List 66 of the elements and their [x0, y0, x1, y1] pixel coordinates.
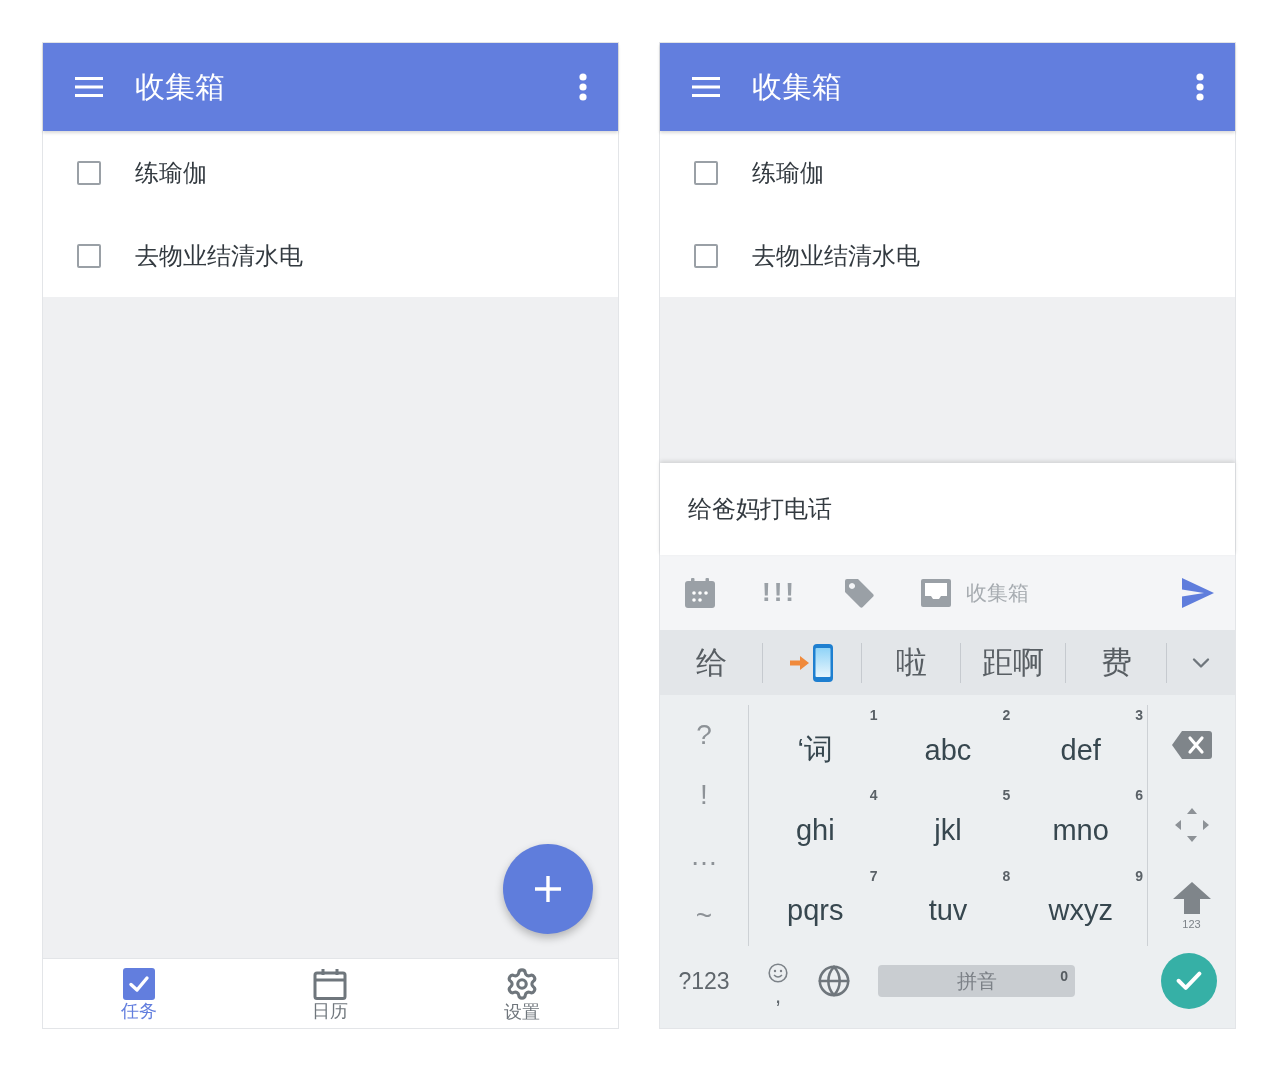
- more-icon[interactable]: [1196, 73, 1204, 101]
- more-icon[interactable]: [579, 73, 587, 101]
- key-number: 0: [1060, 968, 1068, 984]
- key-number: 4: [869, 787, 878, 804]
- symbols-mode-key[interactable]: ?123: [678, 967, 730, 995]
- add-task-button[interactable]: [503, 844, 593, 934]
- app-bar-title: 收集箱: [752, 72, 843, 102]
- checkbox[interactable]: [694, 243, 718, 268]
- nav-tab[interactable]: 日历: [306, 959, 355, 1028]
- letter-key[interactable]: jkl 5: [881, 785, 1015, 866]
- task-title: 去物业结清水电: [752, 240, 920, 272]
- candidate-word[interactable]: 啦: [862, 630, 960, 695]
- tag-icon[interactable]: [844, 577, 874, 608]
- key-number: 7: [869, 867, 878, 884]
- backspace-icon: [1171, 731, 1212, 760]
- menu-icon[interactable]: [75, 77, 103, 97]
- key-number: 9: [1135, 867, 1143, 884]
- shift-key[interactable]: 123: [1156, 865, 1227, 946]
- symbol-key[interactable]: ~: [660, 885, 748, 946]
- task-title: 练瑜伽: [752, 157, 824, 189]
- key-number: 8: [1002, 867, 1011, 884]
- candidate-word[interactable]: 费: [1066, 630, 1166, 695]
- plus-icon: [534, 875, 562, 903]
- key-number: 1: [869, 707, 878, 723]
- smiley-icon: [768, 963, 788, 983]
- checkbox[interactable]: [77, 243, 101, 268]
- phone-arrow-icon: [790, 643, 834, 682]
- app-bar-title: 收集箱: [135, 72, 226, 102]
- letter-key[interactable]: wxyz 9: [1014, 865, 1147, 946]
- enter-button[interactable]: [1161, 953, 1217, 1009]
- calendar-icon[interactable]: [685, 577, 715, 608]
- send-icon[interactable]: [1182, 577, 1214, 608]
- key-number: 3: [1135, 707, 1143, 723]
- symbol-key[interactable]: ?: [660, 705, 748, 766]
- task-input-field[interactable]: 给爸妈打电话: [660, 463, 1235, 555]
- menu-icon[interactable]: [692, 77, 720, 97]
- space-bar[interactable]: 拼音 0: [878, 965, 1075, 997]
- task-title: 去物业结清水电: [135, 240, 303, 272]
- calendar-icon: [313, 967, 348, 1000]
- symbol-key[interactable]: …: [660, 825, 748, 886]
- letter-key[interactable]: def 3: [1014, 705, 1147, 786]
- check-icon: [1176, 971, 1202, 991]
- up-arrow-icon: [1172, 881, 1211, 914]
- letter-key[interactable]: ghi 4: [749, 785, 882, 866]
- nav-tab[interactable]: 设置: [498, 959, 547, 1028]
- letter-key[interactable]: tuv 8: [881, 865, 1015, 946]
- checkbox-icon: [122, 967, 155, 1000]
- symbol-key[interactable]: !: [660, 765, 748, 826]
- candidate-word[interactable]: 给: [660, 630, 762, 695]
- letter-key[interactable]: ‘词 1: [749, 705, 882, 786]
- key-number: 2: [1002, 707, 1011, 723]
- checkbox[interactable]: [77, 160, 101, 185]
- key-number: 6: [1135, 787, 1143, 804]
- letter-key[interactable]: abc 2: [881, 705, 1015, 786]
- move-arrows-icon: [1174, 808, 1209, 843]
- task-title: 练瑜伽: [135, 157, 207, 189]
- key-number: 5: [1002, 787, 1011, 804]
- inbox-icon: [921, 578, 951, 607]
- checkbox[interactable]: [694, 160, 718, 185]
- letter-key[interactable]: pqrs 7: [749, 865, 882, 946]
- candidate-word[interactable]: 距啊: [961, 630, 1065, 695]
- nav-tab[interactable]: 任务: [114, 959, 163, 1028]
- letter-key[interactable]: mno 6: [1014, 785, 1147, 866]
- globe-icon: [817, 964, 851, 998]
- comma-key[interactable]: ,: [768, 955, 788, 1007]
- language-key[interactable]: [817, 964, 851, 998]
